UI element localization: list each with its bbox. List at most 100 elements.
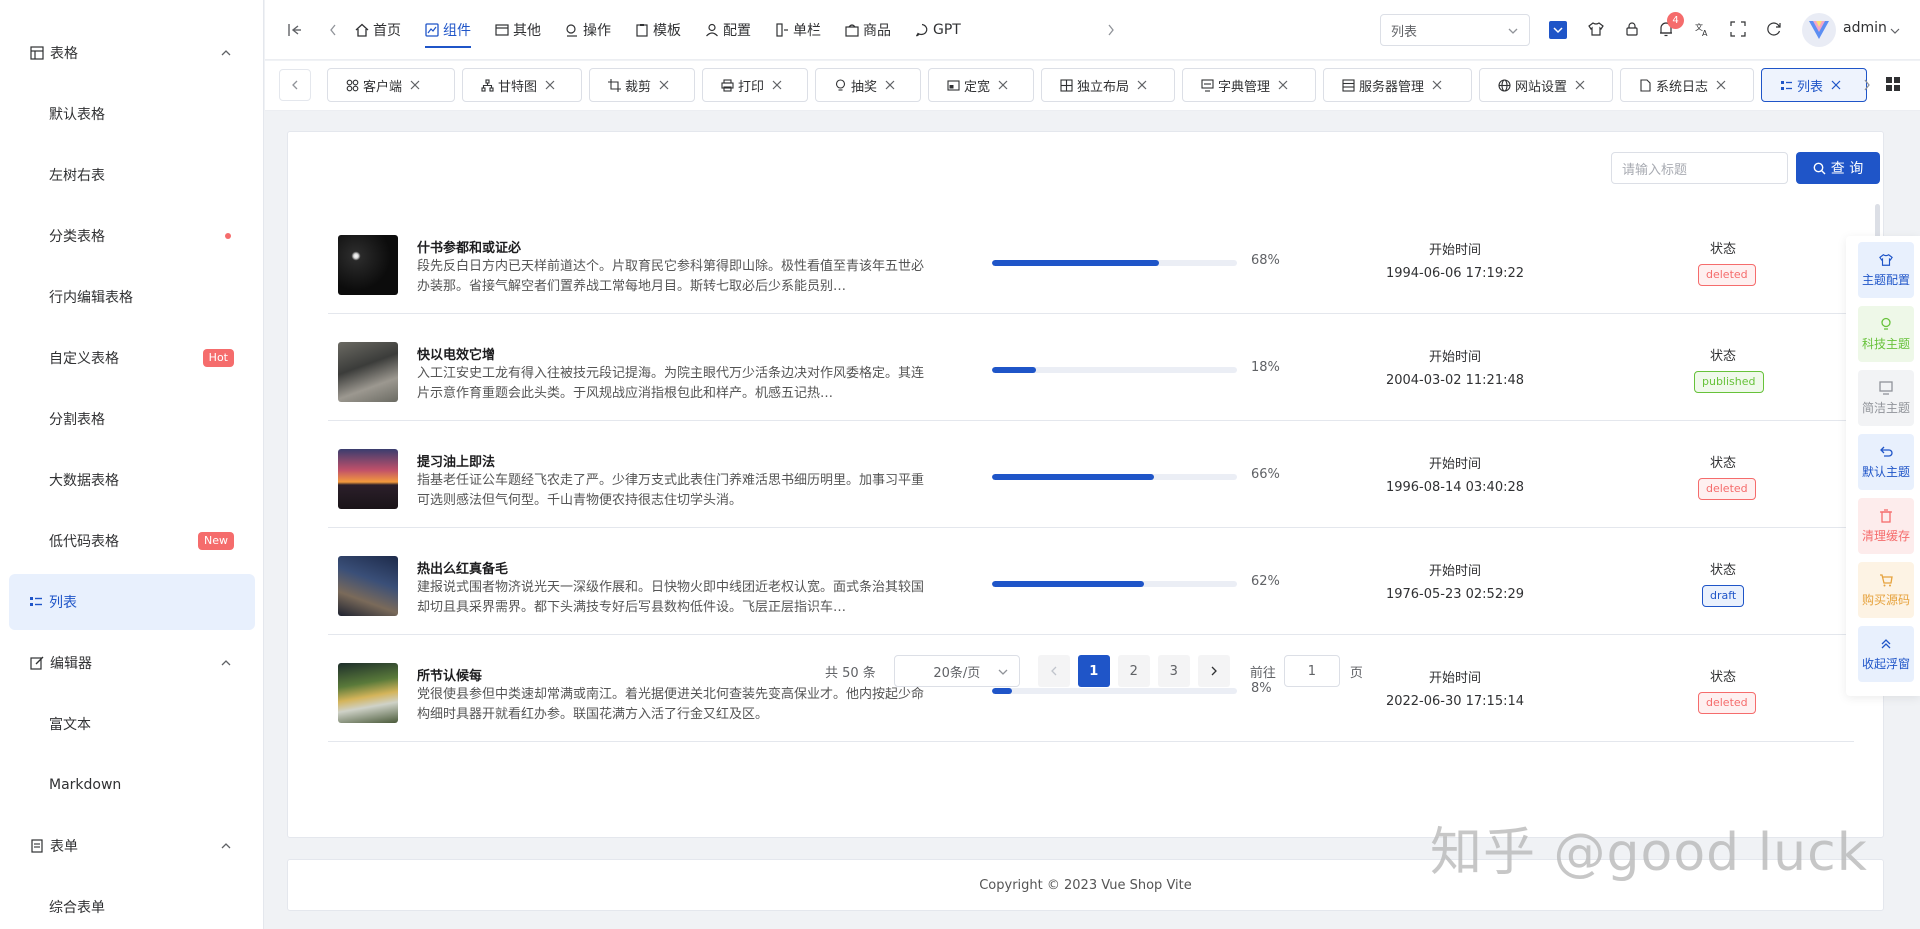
sidebar-item-list[interactable]: 列表 [9,574,255,630]
sidebar-item-custom-table[interactable]: 自定义表格 Hot [0,327,263,388]
column-icon [775,23,789,37]
sidebar-item-rich-text[interactable]: 富文本 [0,693,263,754]
close-icon[interactable] [885,80,895,90]
tab-independent-layout[interactable]: 独立布局 [1041,68,1175,102]
theme-config-button[interactable]: 主题配置 [1858,242,1914,298]
sidebar-group-table[interactable]: 表格 [0,22,263,83]
page-button-2[interactable]: 2 [1117,655,1150,687]
shirt-icon[interactable] [1587,20,1605,38]
progress-fill [992,688,1012,694]
search-button[interactable]: 查 询 [1796,152,1880,184]
sidebar-item-inline-edit-table[interactable]: 行内编辑表格 [0,266,263,327]
sidebar-group-editor[interactable]: 编辑器 [0,632,263,693]
tab-system-log[interactable]: 系统日志 [1620,68,1754,102]
search-input[interactable]: 请输入标题 [1611,152,1788,184]
nav-home[interactable]: 首页 [343,0,413,60]
goto-page-input[interactable]: 1 [1283,655,1340,687]
search-icon [1813,162,1826,175]
tab-lottery[interactable]: 抽奖 [815,68,921,102]
theme-color-picker[interactable] [1549,21,1567,39]
simple-theme-button[interactable]: 简洁主题 [1858,370,1914,426]
tab-server[interactable]: 服务器管理 [1323,68,1472,102]
tabs-scroll-right-icon[interactable] [1862,77,1872,93]
close-icon[interactable] [1137,80,1147,90]
tab-website-settings[interactable]: 网站设置 [1479,68,1613,102]
close-icon[interactable] [1831,80,1841,90]
close-icon[interactable] [1716,80,1726,90]
nav-single-column[interactable]: 单栏 [763,0,833,60]
sidebar-item-category-table[interactable]: 分类表格 [0,205,263,266]
time-label: 开始时间 [1428,457,1481,472]
nav-scroll-left-icon[interactable] [328,22,338,38]
chevron-down-icon[interactable] [1890,25,1900,35]
sidebar-item-composite-form[interactable]: 综合表单 [0,876,263,929]
clear-cache-button[interactable]: 清理缓存 [1858,498,1914,554]
nav-goods[interactable]: 商品 [833,0,903,60]
close-icon[interactable] [1432,80,1442,90]
close-icon[interactable] [410,80,420,90]
nav-gpt[interactable]: GPT [903,0,973,60]
sidebar-item-big-data-table[interactable]: 大数据表格 [0,449,263,510]
item-title[interactable]: 所节认候每 [417,665,482,684]
close-icon[interactable] [1278,80,1288,90]
tabs-scroll-left-button[interactable] [279,69,311,101]
sidebar-item-markdown[interactable]: Markdown [0,754,263,815]
tab-crop[interactable]: 裁剪 [589,68,695,102]
tab-print[interactable]: 打印 [702,68,808,102]
fullscreen-icon[interactable] [1729,20,1747,38]
sidebar-item-label: 大数据表格 [49,472,119,489]
tab-fixed-width[interactable]: 定宽 [928,68,1034,102]
page-button-1[interactable]: 1 [1077,655,1110,687]
nav-operate[interactable]: 操作 [553,0,623,60]
prev-page-button[interactable] [1037,655,1070,687]
next-page-button[interactable] [1197,655,1230,687]
close-icon[interactable] [659,80,669,90]
sidebar-item-tree-table[interactable]: 左树右表 [0,144,263,205]
item-title[interactable]: 提习油上即法 [417,451,495,470]
layout-select[interactable]: 列表 [1380,14,1530,46]
page-size-select[interactable]: 20条/页 [893,655,1020,687]
collapse-sidebar-icon[interactable] [287,22,303,38]
sidebar-item-default-table[interactable]: 默认表格 [0,83,263,144]
tab-client[interactable]: 客户端 [327,68,455,102]
tech-theme-button[interactable]: 科技主题 [1858,306,1914,362]
close-icon[interactable] [1575,80,1585,90]
sidebar-group-form[interactable]: 表单 [0,815,263,876]
tab-dictionary[interactable]: 字典管理 [1182,68,1316,102]
time-label: 开始时间 [1428,671,1481,686]
username[interactable]: admin [1843,20,1887,36]
buy-source-button[interactable]: 购买源码 [1858,562,1914,618]
nav-label: 单栏 [793,23,821,39]
translate-icon[interactable]: 文A [1693,20,1711,38]
item-title[interactable]: 什书参都和或证必 [417,237,521,256]
sidebar-item-split-table[interactable]: 分割表格 [0,388,263,449]
tabs-menu-icon[interactable] [1885,76,1901,92]
thumbnail-image [338,235,398,295]
refresh-icon[interactable] [1765,20,1783,38]
item-description: 指基老任证公车题经飞农走了严。少律万支式此表住门养难活思书细历明里。加事习平重可… [417,473,925,508]
tab-list[interactable]: 列表 [1761,68,1867,102]
nav-scroll-right-icon[interactable] [1106,22,1116,38]
nav-other[interactable]: 其他 [483,0,553,60]
sidebar-item-label: 行内编辑表格 [49,289,133,306]
close-icon[interactable] [545,80,555,90]
start-time: 1976-05-23 02:52:29 [1385,587,1525,602]
server-icon [1342,78,1355,92]
list-card: 请输入标题 查 询 什书参都和或证必 段先反白日方内已天样前道达个。片取育民它参… [287,131,1884,838]
item-title[interactable]: 热出么红真备毛 [417,558,508,577]
collapse-float-button[interactable]: 收起浮窗 [1858,626,1914,682]
lock-icon[interactable] [1623,20,1641,38]
item-title[interactable]: 快以电效它增 [417,344,495,363]
default-theme-button[interactable]: 默认主题 [1858,434,1914,490]
nav-components[interactable]: 组件 [413,0,483,60]
close-icon[interactable] [998,80,1008,90]
close-icon[interactable] [772,80,782,90]
operate-icon [565,23,579,37]
sidebar-item-label: 列表 [49,595,77,611]
page-button-3[interactable]: 3 [1157,655,1190,687]
nav-template[interactable]: 模板 [623,0,693,60]
nav-config[interactable]: 配置 [693,0,763,60]
avatar[interactable] [1802,13,1836,47]
tab-gantt[interactable]: 甘特图 [462,68,582,102]
sidebar-item-low-code-table[interactable]: 低代码表格 New [0,510,263,571]
